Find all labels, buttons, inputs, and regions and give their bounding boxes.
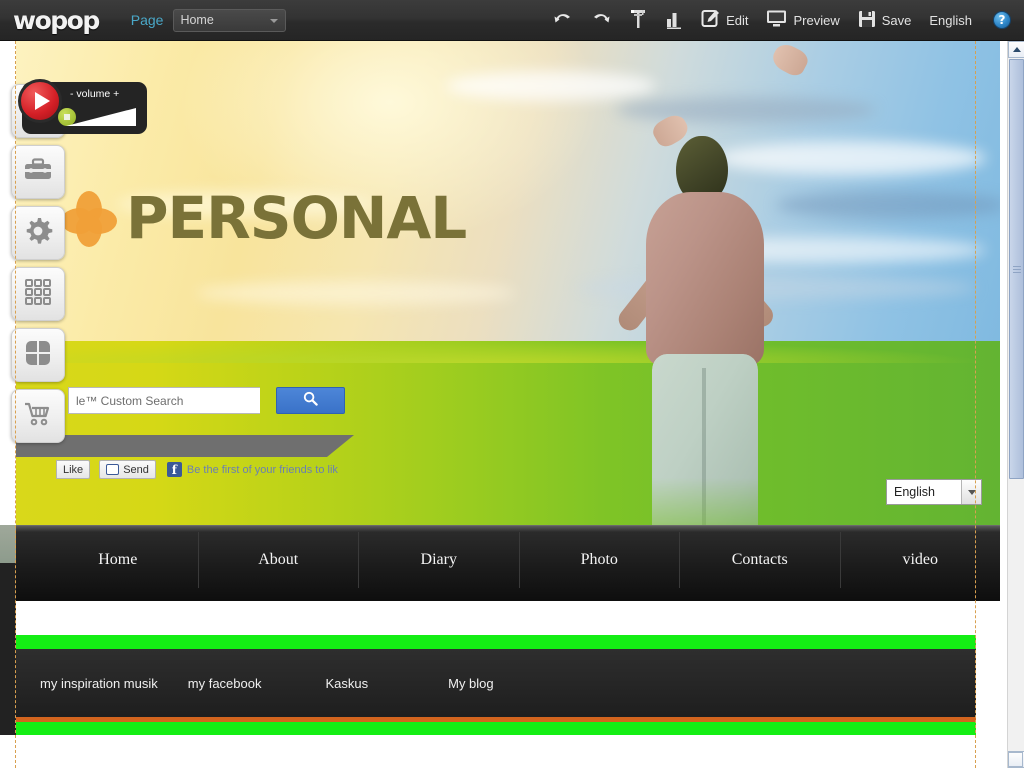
- search-icon: [303, 391, 318, 411]
- preview-label: Preview: [793, 12, 840, 28]
- clover-icon: [23, 338, 53, 373]
- language-button[interactable]: English: [920, 0, 981, 41]
- hero-language-value: English: [894, 485, 935, 499]
- facebook-logo-icon: f: [166, 462, 182, 477]
- guide-line-right: [975, 41, 976, 768]
- scrollbar-grip: [1013, 266, 1021, 273]
- nav-item-home[interactable]: Home: [38, 532, 199, 588]
- language-label: English: [929, 12, 972, 28]
- grass-field: [16, 323, 1000, 525]
- person-legs: [652, 354, 758, 525]
- nav-item-video[interactable]: video: [841, 532, 1001, 588]
- gear-icon: [23, 216, 53, 251]
- hero-banner: PERSONAL le™ Custom Search Like Send f B…: [16, 41, 1000, 525]
- guide-line-left: [15, 41, 16, 768]
- facebook-send-label: Send: [123, 463, 149, 476]
- help-icon[interactable]: ?: [993, 11, 1011, 29]
- page-canvas: PERSONAL le™ Custom Search Like Send f B…: [0, 41, 1000, 768]
- search-button[interactable]: [276, 387, 345, 414]
- nav-item-contacts[interactable]: Contacts: [680, 532, 841, 588]
- app-toolbar: wopop Page Home Edit Preview Save Englis…: [0, 0, 1024, 41]
- main-navigation: Home About Diary Photo Contacts video: [16, 525, 1000, 601]
- scrollbar-thumb[interactable]: [1009, 59, 1024, 479]
- person-torso: [646, 192, 764, 367]
- vertical-scrollbar[interactable]: [1007, 41, 1024, 768]
- search-input[interactable]: le™ Custom Search: [68, 387, 260, 414]
- footer-link-facebook[interactable]: my facebook: [188, 676, 262, 691]
- ribbon-shape: [16, 435, 354, 457]
- message-bubble-icon: [106, 464, 120, 475]
- canvas-gutter: [0, 525, 16, 563]
- cloud-shape: [196, 281, 516, 305]
- footer-links-row: my inspiration musik my facebook Kaskus …: [16, 649, 976, 717]
- facebook-like-button[interactable]: Like: [56, 460, 91, 479]
- cloud-shape: [616, 97, 876, 123]
- sidebar-item-apps[interactable]: [11, 328, 65, 382]
- floppy-disk-icon: [858, 10, 876, 31]
- undo-icon: [553, 10, 573, 31]
- volume-slider[interactable]: [66, 108, 136, 126]
- nav-item-about[interactable]: About: [199, 532, 359, 588]
- edit-label: Edit: [726, 12, 749, 28]
- green-divider-bar: [16, 635, 976, 649]
- facebook-social-bar: Like Send f Be the first of your friends…: [56, 460, 338, 479]
- monitor-icon: [766, 9, 787, 31]
- toolbox-icon: [23, 155, 53, 190]
- crane-icon: [629, 8, 647, 33]
- page-title: PERSONAL: [126, 184, 467, 252]
- facebook-send-button[interactable]: Send: [99, 460, 156, 479]
- nav-item-diary[interactable]: Diary: [359, 532, 520, 588]
- cloud-shape: [446, 71, 656, 101]
- chevron-down-icon: [961, 480, 981, 504]
- facebook-promo-text: Be the first of your friends to lik: [186, 463, 338, 476]
- custom-search-widget: le™ Custom Search: [68, 387, 345, 414]
- resize-corner[interactable]: [1008, 752, 1023, 767]
- nav-item-photo[interactable]: Photo: [520, 532, 680, 588]
- volume-label: - volume +: [70, 88, 120, 100]
- sidebar-item-tools[interactable]: [11, 145, 65, 199]
- play-icon[interactable]: [18, 79, 62, 123]
- toolbar-actions: Edit Preview Save English ?: [544, 0, 1024, 41]
- brand-logo: wopop: [13, 5, 100, 35]
- grid-icon: [23, 277, 53, 312]
- footer-link-inspiration[interactable]: my inspiration musik: [40, 676, 158, 691]
- edit-pencil-icon: [701, 9, 720, 31]
- redo-icon: [591, 10, 611, 31]
- sidebar-item-cart[interactable]: [11, 389, 65, 443]
- footer-link-blog[interactable]: My blog: [448, 676, 494, 691]
- statistics-button[interactable]: [656, 0, 692, 41]
- hero-language-select[interactable]: English: [886, 479, 982, 505]
- scroll-up-button[interactable]: [1008, 41, 1024, 58]
- preview-button[interactable]: Preview: [757, 0, 848, 41]
- page-select-dropdown[interactable]: Home: [173, 8, 287, 32]
- stop-icon[interactable]: [58, 108, 76, 126]
- canvas-gutter: [0, 563, 16, 735]
- redo-button[interactable]: [582, 0, 620, 41]
- sidebar-item-settings[interactable]: [11, 206, 65, 260]
- music-player-widget: - volume +: [18, 79, 147, 134]
- save-button[interactable]: Save: [849, 0, 921, 41]
- edit-button[interactable]: Edit: [692, 0, 757, 41]
- green-divider-bar: [16, 722, 976, 735]
- site-title-block: PERSONAL: [61, 184, 467, 252]
- save-label: Save: [881, 12, 912, 28]
- undo-button[interactable]: [544, 0, 582, 41]
- footer-link-kaskus[interactable]: Kaskus: [325, 676, 368, 691]
- chevron-down-icon: [270, 18, 279, 23]
- flower-icon: [61, 191, 117, 247]
- sidebar-item-grid[interactable]: [11, 267, 65, 321]
- crane-tool-button[interactable]: [620, 0, 656, 41]
- page-select-value: Home: [180, 13, 214, 27]
- shopping-cart-icon: [23, 399, 53, 434]
- bar-chart-icon: [665, 9, 683, 32]
- page-label: Page: [130, 12, 164, 28]
- person-photo: [576, 41, 816, 525]
